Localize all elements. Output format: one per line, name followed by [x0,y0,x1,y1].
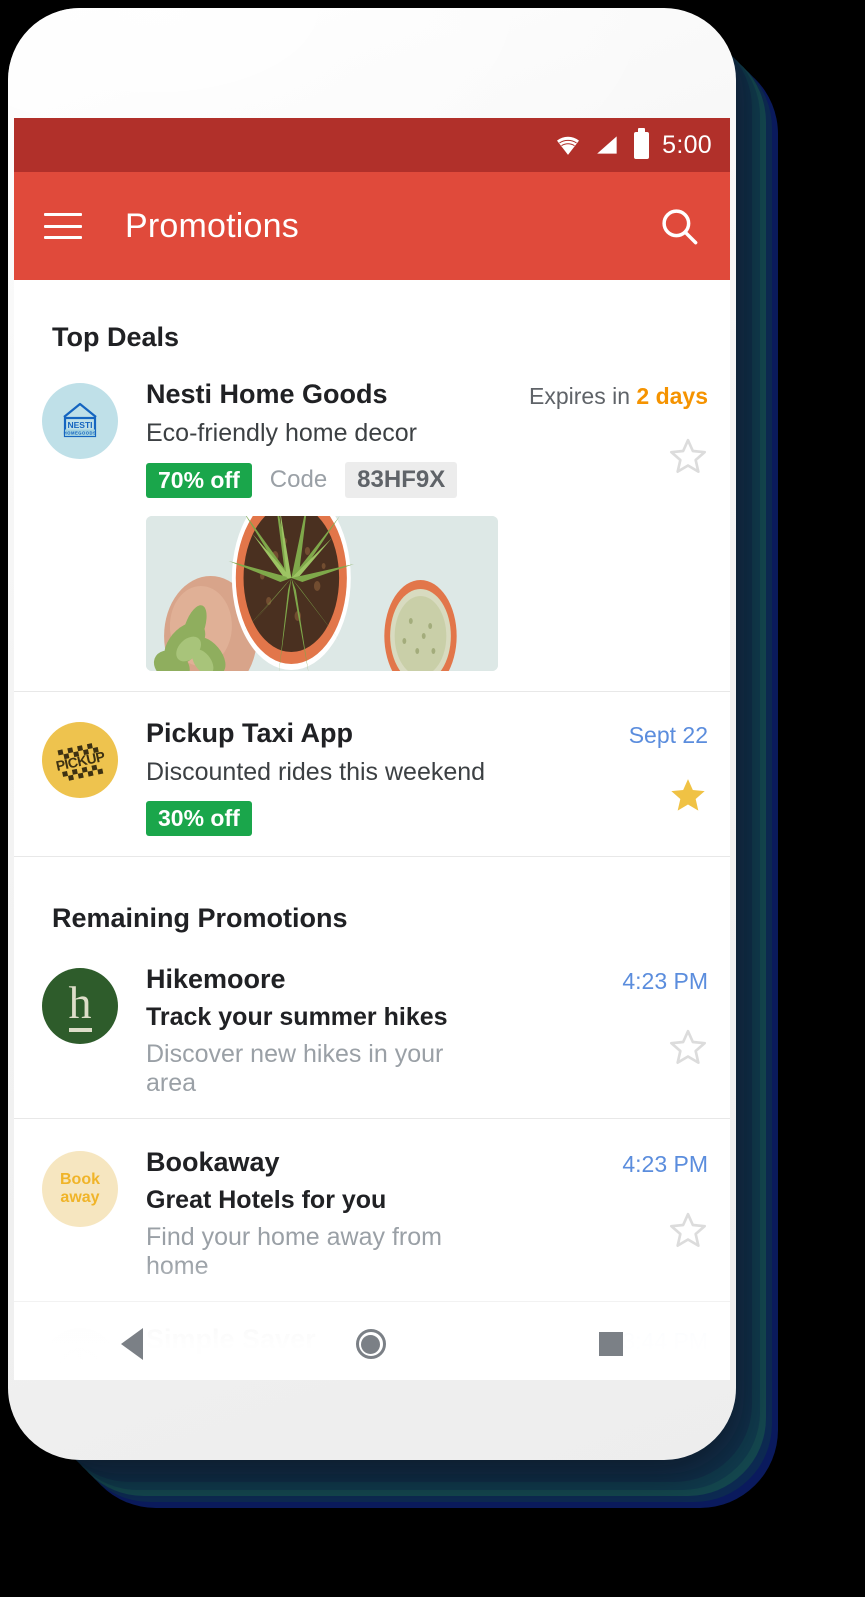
promo-body: Pickup Taxi App Discounted rides this we… [118,718,508,836]
promo-meta: 4:23 PM [508,964,708,1098]
svg-text:HOMEGOODS: HOMEGOODS [64,431,97,436]
promo-row-hikemoore[interactable]: h Hikemoore Track your summer hikes Disc… [14,934,730,1118]
page-title: Promotions [125,206,299,245]
promotions-list: Top Deals NESTI HOMEGOODS Nesti Home Goo… [14,280,730,1380]
promo-time: 4:23 PM [622,1151,708,1177]
promo-body: Bookaway Great Hotels for you Find your … [118,1147,508,1281]
code-label: Code [269,466,328,493]
hikemoore-avatar-letter: h [68,980,92,1032]
cell-signal-icon [597,136,617,154]
nesti-home-goods-avatar: NESTI HOMEGOODS [42,383,118,459]
star-icon-unstarred[interactable] [668,1027,708,1067]
bookaway-avatar-label: Book away [60,1170,100,1206]
scene: 5:00 Promotions Top Deals NESTI HOMEGOOD… [0,0,865,1597]
hamburger-menu-icon[interactable] [44,213,82,239]
star-icon-unstarred[interactable] [668,1210,708,1250]
wifi-icon [557,136,580,155]
app-bar: Promotions [14,172,730,280]
promo-row-bookaway[interactable]: Book away Bookaway Great Hotels for you … [14,1119,730,1301]
promo-chip-row: 70% off Code 83HF9X [146,462,498,498]
promo-sender: Pickup Taxi App [146,718,354,748]
promo-row-pickup-taxi[interactable]: PICKUP Pickup Taxi App Discounted rides … [14,692,730,856]
promo-meta: Expires in 2 days [508,379,708,671]
battery-full-icon [634,127,650,159]
promo-row-nesti[interactable]: NESTI HOMEGOODS Nesti Home Goods Eco-fri… [14,353,730,691]
promo-image-succulents [146,516,498,671]
bookaway-avatar: Book away [42,1151,118,1227]
promo-snippet: Find your home away from home [146,1223,442,1280]
section-heading-remaining: Remaining Promotions [52,903,348,933]
recents-square-icon[interactable] [599,1332,624,1356]
home-circle-icon[interactable] [355,1329,386,1359]
hikemoore-avatar: h [42,968,118,1044]
section-heading-top-deals: Top Deals [52,322,180,352]
promo-chip-row: 30% off [146,801,498,836]
nesti-logo-icon: NESTI HOMEGOODS [63,402,97,438]
succulents-photo [146,516,498,671]
promo-time: 4:23 PM [622,968,708,994]
expiry-highlight: 2 days [636,383,708,409]
promo-meta: 4:23 PM [508,1147,708,1281]
back-triangle-icon[interactable] [120,1328,143,1360]
discount-badge: 30% off [146,801,252,836]
star-icon-starred[interactable] [668,775,708,815]
phone-frame: 5:00 Promotions Top Deals NESTI HOMEGOOD… [8,8,736,1460]
pickup-taxi-avatar: PICKUP [42,722,118,798]
pickup-logo-icon: PICKUP [54,743,106,781]
phone-screen: 5:00 Promotions Top Deals NESTI HOMEGOOD… [14,118,730,1380]
promo-snippet: Discover new hikes in your area [146,1040,444,1097]
discount-badge: 70% off [146,462,252,498]
promo-subtitle: Eco-friendly home decor [146,419,417,447]
promo-sender: Nesti Home Goods [146,379,388,409]
promo-subject: Great Hotels for you [146,1186,387,1214]
expiry-text: Expires in 2 days [529,383,708,410]
promo-sender: Bookaway [146,1147,280,1177]
expiry-prefix: Expires in [529,383,637,409]
promo-code-chip[interactable]: 83HF9X [345,462,458,498]
status-bar: 5:00 [14,118,730,172]
promo-date: Sept 22 [628,722,708,748]
search-icon[interactable] [658,205,700,247]
promo-subtitle: Discounted rides this weekend [146,758,486,786]
promo-body: Nesti Home Goods Eco-friendly home decor… [118,379,508,671]
promo-sender: Hikemoore [146,964,286,994]
status-bar-time: 5:00 [662,130,712,159]
promo-meta: Sept 22 [508,718,708,836]
star-icon-unstarred[interactable] [668,436,708,476]
promo-body: Hikemoore Track your summer hikes Discov… [118,964,508,1098]
promo-subject: Track your summer hikes [146,1003,448,1031]
svg-text:NESTI: NESTI [67,420,92,430]
android-nav-bar [14,1308,730,1380]
